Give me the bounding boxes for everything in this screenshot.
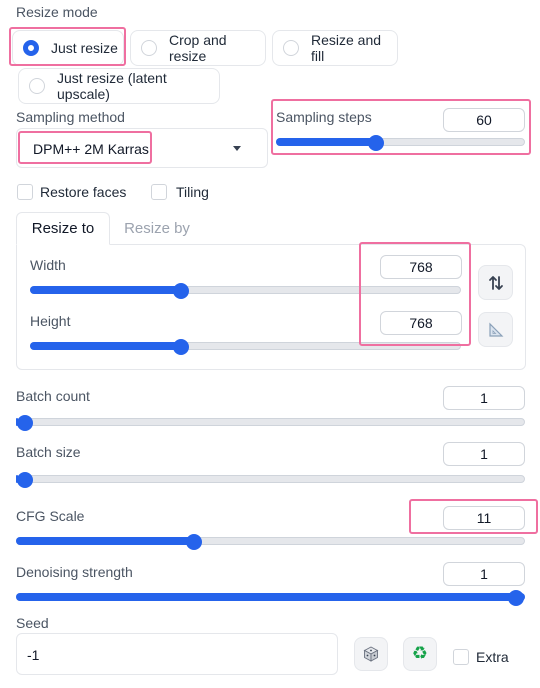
batch-count-slider[interactable] — [16, 415, 525, 431]
seed-input[interactable]: -1 — [16, 633, 338, 675]
tab-resize-to[interactable]: Resize to — [16, 212, 110, 245]
sampling-method-label: Sampling method — [16, 109, 125, 125]
caret-down-icon — [233, 146, 241, 151]
highlight-box — [271, 99, 531, 155]
random-seed-button[interactable] — [354, 637, 388, 671]
tiling-checkbox[interactable] — [151, 184, 167, 200]
slider-thumb[interactable] — [186, 534, 203, 550]
radio-label: Just resize (latent upscale) — [57, 70, 167, 102]
extra-checkbox[interactable] — [453, 649, 469, 665]
radio-crop-and-resize[interactable]: Crop and resize — [130, 30, 266, 66]
radio-label: Resize and fill — [311, 32, 382, 64]
slider-thumb[interactable] — [17, 415, 33, 431]
batch-size-label: Batch size — [16, 444, 81, 460]
dice-icon — [363, 646, 379, 662]
reuse-seed-button[interactable]: ♻ — [403, 637, 437, 671]
radio-resize-and-fill[interactable]: Resize and fill — [272, 30, 398, 66]
slider-fill — [16, 537, 196, 545]
resize-mode-label: Resize mode — [16, 4, 98, 20]
highlight-box — [359, 242, 471, 346]
recycle-icon: ♻ — [411, 643, 429, 664]
tiling-label: Tiling — [176, 184, 209, 200]
aspect-ratio-button[interactable] — [478, 312, 513, 347]
triangle-ruler-icon — [488, 322, 503, 337]
slider-thumb[interactable] — [17, 472, 33, 488]
tab-resize-by[interactable]: Resize by — [110, 212, 204, 245]
batch-count-label: Batch count — [16, 388, 90, 404]
extra-label: Extra — [476, 649, 509, 665]
denoising-strength-label: Denoising strength — [16, 564, 133, 580]
swap-dimensions-button[interactable] — [478, 265, 513, 300]
height-label: Height — [30, 313, 71, 329]
radio-unchecked-icon — [283, 40, 299, 56]
highlight-box — [9, 27, 126, 66]
swap-arrows-icon — [488, 275, 503, 290]
denoising-strength-slider[interactable] — [16, 590, 525, 606]
highlight-box — [409, 499, 538, 534]
radio-unchecked-icon — [29, 78, 45, 94]
batch-count-input[interactable]: 1 — [443, 386, 525, 410]
batch-size-input[interactable]: 1 — [443, 442, 525, 466]
restore-faces-checkbox[interactable] — [17, 184, 33, 200]
slider-thumb[interactable] — [508, 590, 524, 606]
slider-fill — [16, 593, 525, 601]
batch-size-slider[interactable] — [16, 472, 525, 488]
denoising-strength-input[interactable]: 1 — [443, 562, 525, 586]
seed-value: -1 — [27, 647, 40, 663]
radio-label: Crop and resize — [169, 32, 227, 64]
width-label: Width — [30, 257, 66, 273]
slider-fill — [30, 286, 183, 294]
slider-fill — [30, 342, 183, 350]
cfg-scale-label: CFG Scale — [16, 508, 85, 524]
restore-faces-label: Restore faces — [40, 184, 127, 200]
seed-label: Seed — [16, 615, 49, 631]
cfg-scale-slider[interactable] — [16, 534, 525, 550]
highlight-box — [18, 131, 152, 164]
radio-unchecked-icon — [141, 40, 157, 56]
radio-just-resize-latent[interactable]: Just resize (latent upscale) — [18, 68, 220, 104]
